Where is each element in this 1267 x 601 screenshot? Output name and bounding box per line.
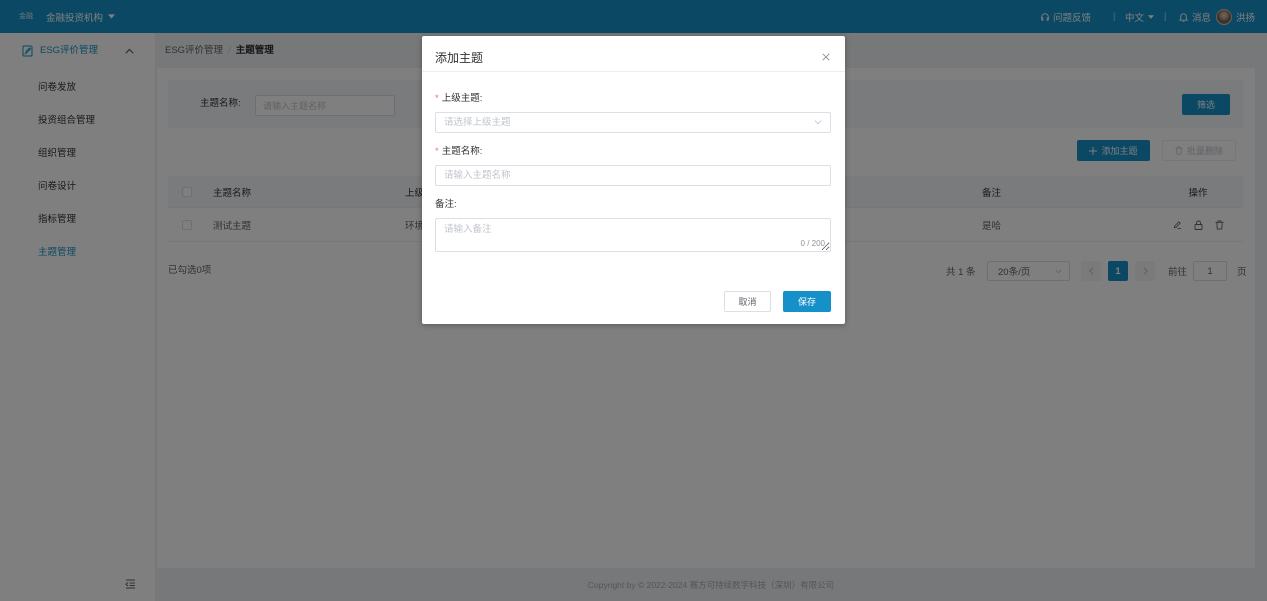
remark-textarea[interactable] — [435, 218, 831, 252]
parent-topic-label-text: 上级主题: — [441, 93, 483, 104]
required-mark: * — [435, 146, 439, 157]
dialog-title: 添加主题 — [435, 51, 484, 65]
topic-name-label: * 主题名称: — [435, 146, 482, 158]
topic-name-label-text: 主题名称: — [441, 146, 483, 157]
cancel-button-label: 取消 — [738, 297, 757, 307]
topic-name-input[interactable] — [435, 165, 831, 186]
remark-char-counter: 0 / 200 — [800, 239, 825, 248]
remark-label-text: 备注: — [435, 199, 457, 210]
parent-topic-label: * 上级主题: — [435, 93, 482, 105]
chevron-down-icon — [814, 120, 822, 125]
dialog-header: 添加主题 — [422, 36, 845, 72]
parent-topic-select[interactable] — [435, 112, 831, 133]
parent-topic-select-input[interactable] — [436, 113, 796, 132]
remark-label: 备注: — [435, 199, 457, 211]
save-button[interactable]: 保存 — [783, 291, 831, 312]
add-topic-dialog: 添加主题 * 上级主题: * 主题名称: 备注: 0 / 200 取消 保存 — [422, 36, 845, 324]
cancel-button[interactable]: 取消 — [724, 291, 771, 312]
save-button-label: 保存 — [797, 297, 816, 307]
close-icon[interactable] — [822, 53, 830, 61]
required-mark: * — [435, 93, 439, 104]
